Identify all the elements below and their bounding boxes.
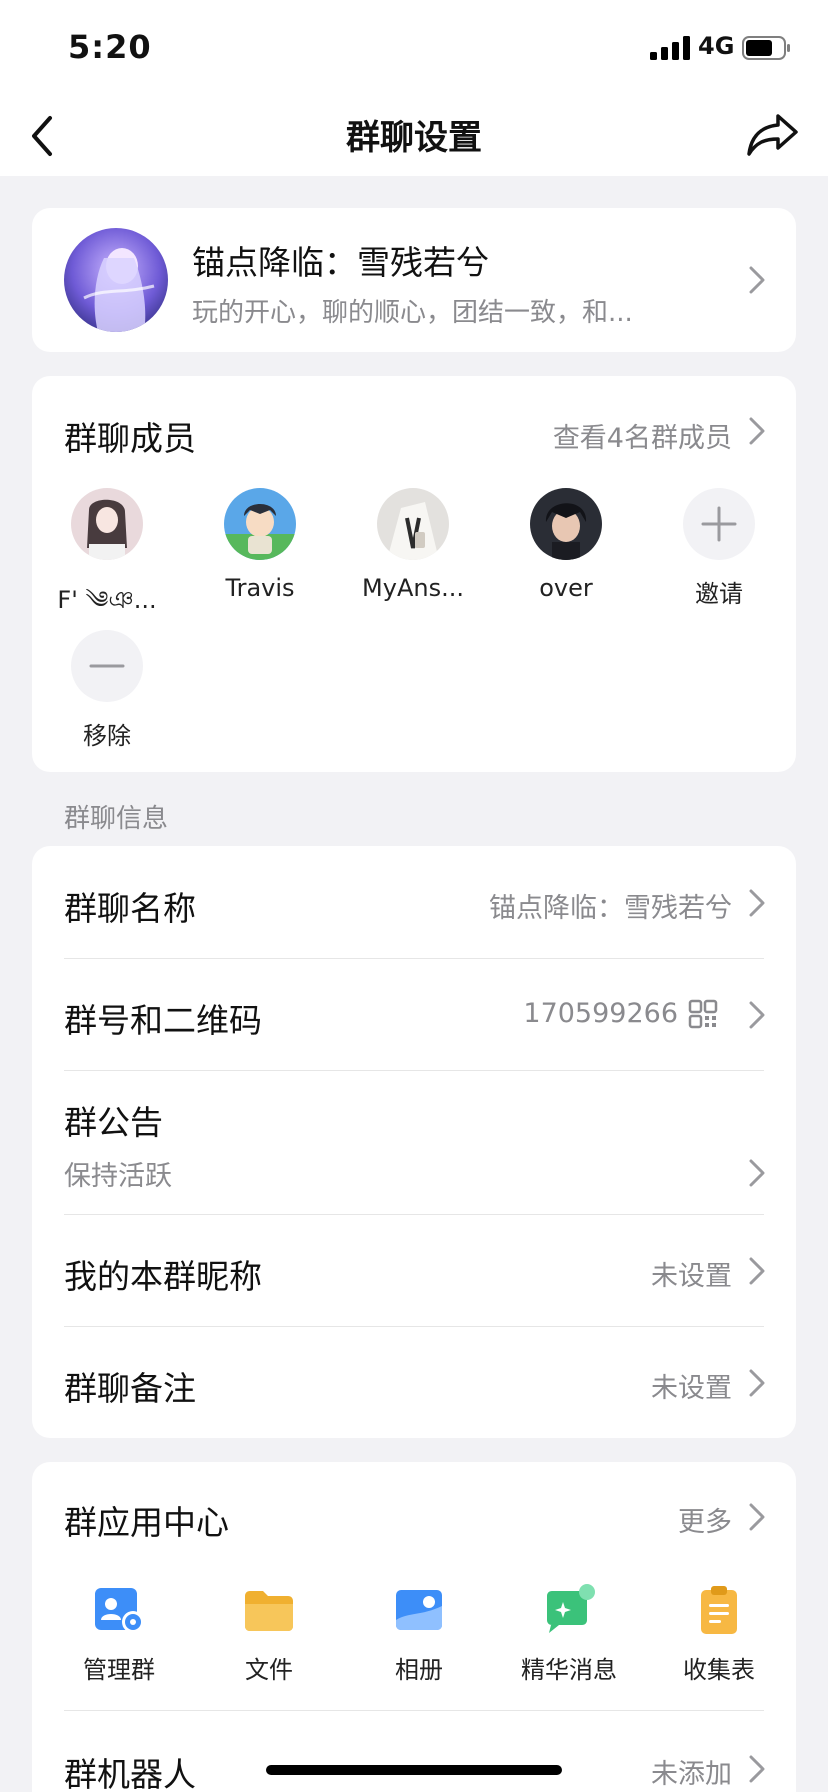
invite-label: 邀请 xyxy=(695,580,743,608)
group-header-card[interactable]: 锚点降临：雪残若兮 玩的开心，聊的顺心，团结一致，和... xyxy=(32,208,796,352)
group-number-title: 群号和二维码 xyxy=(64,1001,262,1040)
chevron-right-icon xyxy=(748,1158,766,1188)
network-type: 4G xyxy=(698,32,735,60)
chevron-right-icon xyxy=(748,416,766,446)
group-info-card: 群聊名称 锚点降临：雪残若兮 群号和二维码 170599266 群公告 保持活跃 xyxy=(32,846,796,1438)
group-robot-value: 未添加 xyxy=(651,1759,732,1790)
group-robot-row[interactable]: 群机器人 未添加 xyxy=(32,1710,796,1792)
member-name: Travis xyxy=(225,574,295,602)
member-item[interactable]: F' ༄ঞ... xyxy=(32,488,182,641)
remove-button[interactable]: 移除 xyxy=(32,630,182,751)
group-number-value: 170599266 xyxy=(523,998,678,1029)
minus-icon xyxy=(71,630,143,702)
invite-button[interactable]: 邀请 xyxy=(644,488,794,609)
group-name-value: 锚点降临：雪残若兮 xyxy=(489,893,732,924)
signal-icon xyxy=(650,36,690,60)
chevron-right-icon xyxy=(748,1502,766,1532)
group-remark-row[interactable]: 群聊备注 未设置 xyxy=(32,1326,796,1438)
group-number-row[interactable]: 群号和二维码 170599266 xyxy=(32,958,796,1070)
group-notice-title: 群公告 xyxy=(64,1103,163,1142)
group-notice-value: 保持活跃 xyxy=(64,1161,172,1192)
home-indicator xyxy=(266,1765,562,1775)
member-item[interactable]: MyAns... xyxy=(338,488,488,602)
group-notice-row[interactable]: 群公告 保持活跃 xyxy=(32,1070,796,1214)
highlight-message-icon xyxy=(541,1582,597,1638)
app-collection-form[interactable]: 收集表 xyxy=(644,1582,794,1685)
avatar xyxy=(71,488,143,560)
app-center-more-link[interactable]: 更多 xyxy=(678,1500,732,1539)
section-label-group-info: 群聊信息 xyxy=(64,804,169,834)
member-item[interactable]: over xyxy=(491,488,641,602)
chevron-right-icon xyxy=(748,888,766,918)
chevron-right-icon xyxy=(748,1754,766,1784)
app-album[interactable]: 相册 xyxy=(344,1582,494,1685)
app-label: 精华消息 xyxy=(521,1656,617,1684)
plus-icon xyxy=(683,488,755,560)
group-remark-title: 群聊备注 xyxy=(64,1369,196,1408)
qr-code-icon xyxy=(688,999,718,1029)
member-item[interactable]: Travis xyxy=(185,488,335,602)
group-name: 锚点降临：雪残若兮 xyxy=(192,243,489,282)
avatar xyxy=(530,488,602,560)
group-avatar xyxy=(64,228,168,332)
nav-bar: 群聊设置 xyxy=(0,96,828,176)
chevron-right-icon xyxy=(748,1000,766,1030)
folder-icon xyxy=(241,1582,297,1638)
group-name-title: 群聊名称 xyxy=(64,889,196,928)
chevron-right-icon xyxy=(748,265,766,295)
my-nickname-value: 未设置 xyxy=(651,1261,732,1292)
app-center-card: 群应用中心 更多 管理群 文件 相册 精华消息 收集表 群机器人 未添加 xyxy=(32,1462,796,1792)
clipboard-icon xyxy=(691,1582,747,1638)
app-label: 文件 xyxy=(245,1656,293,1684)
chevron-right-icon xyxy=(748,1368,766,1398)
status-time: 5:20 xyxy=(68,28,152,66)
battery-icon xyxy=(742,36,790,60)
group-remark-value: 未设置 xyxy=(651,1373,732,1404)
avatar xyxy=(377,488,449,560)
group-name-row[interactable]: 群聊名称 锚点降临：雪残若兮 xyxy=(32,846,796,958)
album-icon xyxy=(391,1582,447,1638)
page-title: 群聊设置 xyxy=(346,118,482,158)
group-robot-title: 群机器人 xyxy=(64,1755,196,1792)
app-center-title: 群应用中心 xyxy=(64,1503,229,1542)
remove-label: 移除 xyxy=(83,722,131,750)
members-title: 群聊成员 xyxy=(64,419,196,458)
app-highlight-messages[interactable]: 精华消息 xyxy=(494,1582,644,1685)
app-manage-group[interactable]: 管理群 xyxy=(44,1582,194,1685)
app-files[interactable]: 文件 xyxy=(194,1582,344,1685)
my-nickname-row[interactable]: 我的本群昵称 未设置 xyxy=(32,1214,796,1326)
member-name: over xyxy=(539,574,593,602)
manage-group-icon xyxy=(91,1582,147,1638)
member-name: MyAns... xyxy=(362,574,464,602)
status-bar: 5:20 4G xyxy=(0,0,828,96)
app-label: 管理群 xyxy=(83,1656,155,1684)
app-label: 收集表 xyxy=(683,1656,755,1684)
view-all-members-link[interactable]: 查看4名群成员 xyxy=(553,416,732,455)
group-description: 玩的开心，聊的顺心，团结一致，和... xyxy=(192,298,633,328)
avatar xyxy=(224,488,296,560)
app-label: 相册 xyxy=(395,1656,443,1684)
members-card: 群聊成员 查看4名群成员 F' ༄ঞ... Travis MyAns... ov… xyxy=(32,376,796,772)
chevron-right-icon xyxy=(748,1256,766,1286)
share-arrow-icon[interactable] xyxy=(744,108,800,162)
my-nickname-title: 我的本群昵称 xyxy=(64,1257,262,1296)
